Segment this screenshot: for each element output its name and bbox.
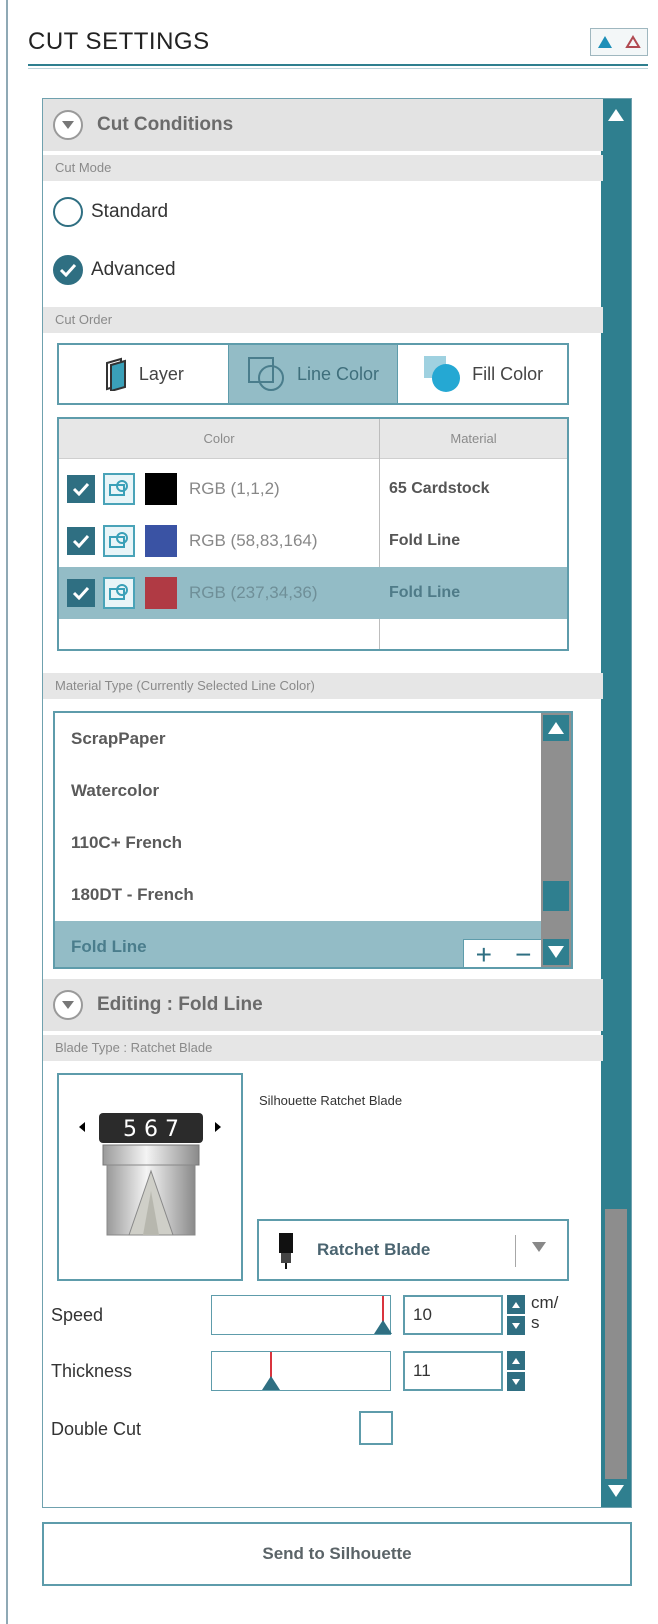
cut-order-line-color[interactable]: Line Color [227, 345, 399, 403]
scroll-down-button[interactable] [543, 939, 569, 965]
radio-standard[interactable]: Standard [53, 197, 168, 227]
table-row[interactable]: RGB (58,83,164) Fold Line [59, 515, 567, 567]
color-swatch [145, 473, 177, 505]
color-material-table: Color Material RGB (1,1,2) 65 Cardstock … [57, 417, 569, 651]
arrow-up-icon [608, 109, 624, 121]
add-material-button[interactable]: + [476, 939, 492, 968]
slider-handle-icon[interactable] [374, 1320, 392, 1334]
column-header-material: Material [380, 419, 567, 459]
list-item[interactable]: Watercolor [55, 765, 545, 817]
arrow-down-icon [512, 1378, 520, 1385]
arrow-down-icon [548, 946, 564, 958]
cut-mode-label: Cut Mode [43, 155, 603, 181]
material-edit-icon[interactable] [103, 525, 135, 557]
scroll-up-button[interactable] [543, 715, 569, 741]
color-swatch [145, 577, 177, 609]
send-to-silhouette-button[interactable]: Send to Silhouette [42, 1522, 632, 1586]
ratchet-blade-image: 5 6 7 [79, 1113, 221, 1236]
editing-label: Editing : Fold Line [97, 994, 263, 1015]
panel-toggle-group [590, 28, 648, 56]
blade-select-dropdown[interactable]: Ratchet Blade [257, 1219, 569, 1281]
dropdown-divider [515, 1235, 516, 1267]
arrow-up-icon [512, 1357, 520, 1364]
material-scrollbar[interactable] [541, 713, 571, 967]
chevron-down-icon [53, 990, 83, 1020]
remove-material-button[interactable]: − [515, 939, 531, 968]
arrow-down-icon [512, 1322, 520, 1329]
thickness-input[interactable]: 11 [403, 1351, 503, 1391]
speed-label: Speed [51, 1305, 104, 1325]
expand-button[interactable] [619, 29, 647, 55]
list-item[interactable]: ScrapPaper [55, 713, 545, 765]
thickness-stepper[interactable] [507, 1351, 525, 1391]
increment-button[interactable] [507, 1351, 525, 1370]
cut-settings-header: CUT SETTINGS [28, 22, 648, 69]
speed-unit: cm/ s [531, 1293, 559, 1332]
left-border [6, 0, 8, 1624]
thickness-label: Thickness [51, 1361, 133, 1381]
checkbox-checked-icon[interactable] [67, 475, 95, 503]
header-divider-light [28, 68, 648, 69]
fill-color-icon [424, 356, 461, 392]
blade-type-label: Blade Type : Ratchet Blade [43, 1035, 603, 1061]
material-edit-icon[interactable] [103, 577, 135, 609]
blade-name: Silhouette Ratchet Blade [259, 1093, 403, 1108]
list-item[interactable]: 110C+ French [55, 817, 545, 869]
checkbox-checked-icon[interactable] [67, 579, 95, 607]
svg-text:5 6 7: 5 6 7 [123, 1117, 179, 1142]
thickness-slider[interactable] [211, 1351, 391, 1391]
radio-advanced[interactable]: Advanced [53, 255, 176, 285]
double-cut-label: Double Cut [51, 1419, 142, 1439]
scroll-down-button[interactable] [605, 1477, 627, 1505]
arrow-up-icon [548, 722, 564, 734]
speed-stepper[interactable] [507, 1295, 525, 1335]
material-edit-icon[interactable] [103, 473, 135, 505]
blade-holder-icon [279, 1233, 293, 1269]
main-scrollbar[interactable] [601, 99, 631, 1507]
page-title: CUT SETTINGS [28, 28, 210, 55]
increment-button[interactable] [507, 1295, 525, 1314]
cut-order-label: Cut Order [43, 307, 603, 333]
header-divider [28, 64, 648, 66]
speed-slider[interactable] [211, 1295, 392, 1335]
slider-handle-icon[interactable] [262, 1376, 280, 1390]
arrow-up-icon [512, 1301, 520, 1308]
double-cut-checkbox[interactable] [359, 1411, 393, 1445]
scroll-thumb[interactable] [543, 881, 569, 911]
cut-order-fill-color[interactable]: Fill Color [398, 345, 567, 403]
radio-circle-icon [53, 197, 83, 227]
decrement-button[interactable] [507, 1316, 525, 1335]
arrow-down-icon [608, 1485, 624, 1497]
layer-icon [105, 357, 126, 391]
editing-header[interactable]: Editing : Fold Line [43, 979, 603, 1031]
speed-input[interactable]: 10 [403, 1295, 503, 1335]
material-list: ScrapPaper Watercolor 110C+ French 180DT… [53, 711, 573, 969]
table-row-selected[interactable]: RGB (237,34,36) Fold Line [59, 567, 567, 619]
line-color-icon [247, 357, 284, 391]
material-add-remove: + − [463, 939, 543, 968]
blade-preview[interactable]: 5 6 7 [57, 1073, 243, 1281]
list-item[interactable]: 180DT - French [55, 869, 545, 921]
chevron-down-icon [532, 1242, 546, 1252]
color-swatch [145, 525, 177, 557]
radio-checked-icon [53, 255, 83, 285]
triangle-up-icon [598, 36, 612, 48]
triangle-outline-icon [625, 35, 641, 48]
cut-settings-panel: Cut Conditions Cut Mode Standard Advance… [42, 98, 632, 1508]
table-row[interactable]: RGB (1,1,2) 65 Cardstock [59, 463, 567, 515]
chevron-down-icon [53, 110, 83, 140]
cut-order-selector: Layer Line Color Fill Color [57, 343, 569, 405]
column-header-color: Color [59, 419, 379, 459]
material-type-label: Material Type (Currently Selected Line C… [43, 673, 603, 699]
cut-conditions-header[interactable]: Cut Conditions [43, 99, 603, 151]
cut-order-layer[interactable]: Layer [59, 345, 228, 403]
scroll-up-button[interactable] [605, 101, 627, 129]
cut-conditions-label: Cut Conditions [97, 114, 234, 135]
collapse-up-button[interactable] [591, 29, 619, 55]
scroll-thumb[interactable] [605, 1209, 627, 1479]
checkbox-checked-icon[interactable] [67, 527, 95, 555]
decrement-button[interactable] [507, 1372, 525, 1391]
